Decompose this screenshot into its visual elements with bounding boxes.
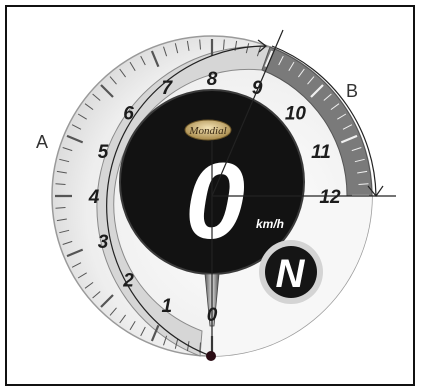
speed-readout: 0 [185, 140, 245, 261]
tachometer-diagram: Mondial 0 km/h N 01234567 8 9101112 A B [36, 29, 396, 361]
scale-label-11: 11 [311, 142, 331, 163]
gear-label: N [276, 252, 306, 296]
scale-label-2: 2 [122, 270, 134, 291]
scale-label-5: 5 [98, 142, 109, 163]
callout-b: B [346, 81, 358, 101]
origin-dot [206, 351, 216, 361]
brand-label: Mondial [188, 125, 226, 137]
scale-label-4: 4 [88, 187, 100, 208]
scale-label-3: 3 [98, 232, 109, 253]
scale-label-10: 10 [285, 104, 307, 125]
scale-label-1: 1 [162, 296, 173, 317]
scale-label-8: 8 [207, 69, 218, 90]
callout-a: A [36, 132, 48, 152]
scale-label-6: 6 [123, 104, 134, 125]
speed-unit-label: km/h [256, 217, 284, 231]
scale-label-12: 12 [319, 187, 341, 208]
brand-badge: Mondial [184, 119, 232, 141]
